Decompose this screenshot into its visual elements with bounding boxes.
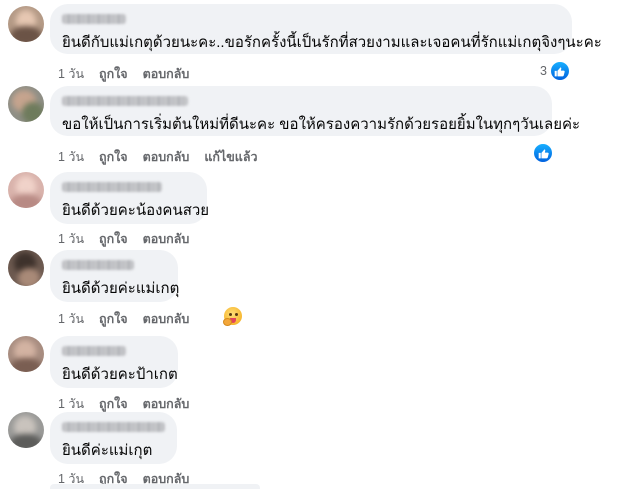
reaction-count: 3 [540, 64, 547, 78]
like-button[interactable]: ถูกใจ [99, 309, 128, 329]
like-button[interactable]: ถูกใจ [99, 64, 128, 84]
timestamp[interactable]: 1 วัน [58, 147, 84, 167]
author-name[interactable] [62, 182, 162, 192]
avatar[interactable] [8, 86, 44, 122]
reaction-summary[interactable] [530, 142, 554, 164]
timestamp[interactable]: 1 วัน [58, 309, 84, 329]
like-button[interactable]: ถูกใจ [99, 147, 128, 167]
reply-button[interactable]: ตอบกลับ [143, 64, 190, 84]
reaction-summary[interactable]: 3 [540, 60, 571, 82]
reaction-summary[interactable] [222, 305, 244, 327]
comment-bubble: ยินดีด้วยค่ะแม่เกตุ [50, 250, 180, 302]
comment-bubble: ยินดีกับแม่เกตุด้วยนะคะ..ขอรักครั้งนี้เป… [50, 4, 602, 54]
comment-actions: 1 วัน ถูกใจ ตอบกลับ [58, 394, 204, 414]
reply-button[interactable]: ตอบกลับ [143, 394, 190, 414]
comment-actions: 1 วัน ถูกใจ ตอบกลับ แก้ไขแล้ว [58, 147, 273, 167]
comment-text: ขอให้เป็นการเริ่มต้นใหม่ที่ดีนะคะ ขอให้ค… [62, 116, 581, 133]
avatar[interactable] [8, 6, 44, 42]
reply-button[interactable]: ตอบกลับ [143, 309, 190, 329]
comment-bubble: ขอให้เป็นการเริ่มต้นใหม่ที่ดีนะคะ ขอให้ค… [50, 86, 581, 136]
comment-actions: 1 วัน ถูกใจ ตอบกลับ [58, 64, 204, 84]
comment-text: ยินดีค่ะแม่เกุต [62, 442, 153, 459]
author-name[interactable] [62, 14, 126, 24]
comment-text: ยินดีด้วยค่ะแม่เกตุ [62, 280, 180, 297]
like-icon [532, 142, 554, 164]
avatar[interactable] [8, 250, 44, 286]
comment-bubble: ยินดีค่ะแม่เกุต [50, 412, 177, 464]
avatar[interactable] [8, 172, 44, 208]
timestamp[interactable]: 1 วัน [58, 394, 84, 414]
comment-bubble: ยินดีด้วยคะป้าเกต [50, 336, 178, 388]
reply-button[interactable]: ตอบกลับ [143, 229, 190, 249]
author-name[interactable] [62, 260, 134, 270]
timestamp[interactable]: 1 วัน [58, 229, 84, 249]
comment-actions: 1 วัน ถูกใจ ตอบกลับ [58, 229, 204, 249]
comment-thread: ยินดีกับแม่เกตุด้วยนะคะ..ขอรักครั้งนี้เป… [0, 0, 640, 489]
author-name[interactable] [62, 346, 126, 356]
like-icon [548, 60, 571, 82]
like-button[interactable]: ถูกใจ [99, 229, 128, 249]
comment-actions: 1 วัน ถูกใจ ตอบกลับ [58, 309, 204, 329]
author-name[interactable] [62, 96, 188, 106]
care-emoji-icon [222, 305, 244, 327]
author-name[interactable] [62, 422, 165, 432]
like-button[interactable]: ถูกใจ [99, 394, 128, 414]
comment-text: ยินดีกับแม่เกตุด้วยนะคะ..ขอรักครั้งนี้เป… [62, 34, 602, 51]
avatar[interactable] [8, 412, 44, 448]
comment-bubble: ยินดีด้วยคะน้องคนสวย [50, 172, 210, 224]
comment-text: ยินดีด้วยคะน้องคนสวย [62, 202, 210, 219]
reply-button[interactable]: ตอบกลับ [143, 147, 190, 167]
avatar[interactable] [8, 336, 44, 372]
next-comment-bubble-edge [50, 484, 260, 489]
comment-text: ยินดีด้วยคะป้าเกต [62, 366, 178, 383]
timestamp[interactable]: 1 วัน [58, 64, 84, 84]
edited-label[interactable]: แก้ไขแล้ว [204, 147, 257, 167]
